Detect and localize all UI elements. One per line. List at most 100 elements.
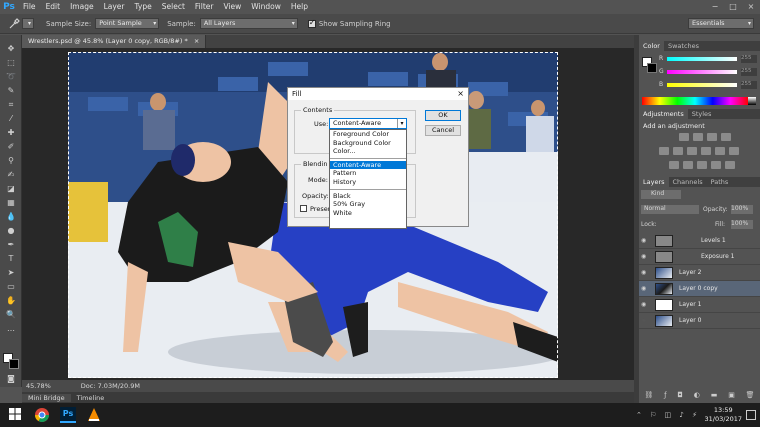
threshold-icon[interactable] [697,161,707,169]
ok-button[interactable]: OK [425,110,461,121]
b-value[interactable]: 255 [741,81,757,89]
g-value[interactable]: 255 [741,68,757,76]
quick-mask-icon[interactable]: ◙ [4,373,18,384]
layer-filter-select[interactable]: Kind [641,190,681,199]
pen-tool-icon[interactable]: ✒ [4,239,18,250]
chrome-icon[interactable] [34,407,50,423]
visibility-eye-icon[interactable]: ◉ [641,301,646,308]
b-slider[interactable] [667,83,737,87]
g-slider[interactable] [667,70,737,74]
minimize-button[interactable]: − [706,0,724,14]
blend-mode-select[interactable]: Normal [641,205,699,214]
option-50-gray[interactable]: 50% Gray [330,200,406,209]
menu-type[interactable]: Type [130,0,157,14]
option-pattern[interactable]: Pattern [330,169,406,178]
tab-channels[interactable]: Channels [669,177,707,187]
path-selection-icon[interactable]: ➤ [4,267,18,278]
canvas-area[interactable]: Fill × Contents Use: Blendin Mode: Opaci… [22,48,634,380]
cancel-button[interactable]: Cancel [425,125,461,136]
taskbar-clock[interactable]: 13:59 31/03/2017 [705,406,742,424]
workspace-select[interactable]: Essentials [688,18,754,29]
tab-paths[interactable]: Paths [707,177,733,187]
new-layer-icon[interactable]: ▣ [728,391,735,403]
black-white-icon[interactable] [701,147,711,155]
exposure-icon[interactable] [721,133,731,141]
document-tab[interactable]: Wrestlers.psd @ 45.8% (Layer 0 copy, RGB… [22,35,207,48]
photo-filter-icon[interactable] [715,147,725,155]
gradient-map-icon[interactable] [711,161,721,169]
brightness-icon[interactable] [679,133,689,141]
notifications-icon[interactable] [746,410,756,420]
new-group-icon[interactable]: ▬ [711,391,718,403]
menu-image[interactable]: Image [65,0,99,14]
visibility-eye-icon[interactable]: ◉ [641,269,646,276]
delete-layer-icon[interactable]: 🗑 [746,391,755,403]
vibrance-icon[interactable] [659,147,669,155]
r-value[interactable]: 255 [741,55,757,63]
lasso-tool-icon[interactable]: ➰ [4,71,18,82]
show-sampling-ring-checkbox[interactable] [307,18,316,28]
sample-size-select[interactable]: Point Sample [95,18,160,29]
tool-preset-dropdown[interactable] [22,18,34,29]
visibility-eye-icon[interactable]: ◉ [641,237,646,244]
healing-brush-icon[interactable]: ✚ [4,127,18,138]
tab-mini-bridge[interactable]: Mini Bridge [22,393,71,402]
eyedropper-tool-icon[interactable] [8,17,20,30]
visibility-eye-icon[interactable]: ◉ [641,253,646,260]
vlc-icon[interactable] [86,407,102,423]
shape-tool-icon[interactable]: ▭ [4,281,18,292]
system-tray-icons[interactable]: ⌃ ⚐ ◫ ♪ ⚡ [636,411,700,419]
layer-row[interactable]: ◉ Layer 0 [639,313,760,329]
sample-select[interactable]: All Layers [199,18,298,29]
menu-view[interactable]: View [218,0,246,14]
tab-layers[interactable]: Layers [639,177,669,187]
maximize-button[interactable]: □ [724,0,742,14]
color-bw-ramp[interactable] [748,97,756,105]
layer-row[interactable]: ◉ Exposure 1 [639,249,760,265]
quick-selection-tool-icon[interactable]: ✎ [4,85,18,96]
posterize-icon[interactable] [683,161,693,169]
crop-tool-icon[interactable]: ⌗ [4,99,18,110]
add-mask-icon[interactable]: ◘ [677,391,683,403]
option-color[interactable]: Color... [330,147,406,156]
dodge-tool-icon[interactable]: ● [4,225,18,236]
close-button[interactable]: × [742,0,760,14]
marquee-tool-icon[interactable]: ⬚ [4,57,18,68]
menu-file[interactable]: File [18,0,41,14]
hue-saturation-icon[interactable] [673,147,683,155]
use-select[interactable]: Content-Aware ▾ [329,118,407,129]
tab-timeline[interactable]: Timeline [71,394,111,402]
menu-help[interactable]: Help [286,0,313,14]
menu-edit[interactable]: Edit [41,0,66,14]
color-balance-icon[interactable] [687,147,697,155]
link-layers-icon[interactable]: ⛓ [644,391,653,403]
option-white[interactable]: White [330,209,406,218]
document-tab-close-icon[interactable]: × [194,37,199,45]
blur-tool-icon[interactable]: 💧 [4,211,18,222]
gradient-tool-icon[interactable]: ▦ [4,197,18,208]
visibility-eye-icon[interactable]: ◉ [641,317,646,324]
tab-styles[interactable]: Styles [688,109,716,119]
tab-color[interactable]: Color [639,41,664,51]
background-color-swatch[interactable] [9,359,19,369]
layer-row[interactable]: ◉ Layer 1 [639,297,760,313]
option-black[interactable]: Black [330,192,406,201]
levels-icon[interactable] [693,133,703,141]
fill-value[interactable]: 100% [731,220,753,229]
type-tool-icon[interactable]: T [4,253,18,264]
r-slider[interactable] [667,57,737,61]
option-content-aware[interactable]: Content-Aware [330,160,406,170]
layer-row[interactable]: ◉ Layer 2 [639,265,760,281]
curves-icon[interactable] [707,133,717,141]
tab-swatches[interactable]: Swatches [664,41,703,51]
zoom-tool-icon[interactable]: 🔍 [4,309,18,320]
color-spectrum-ramp[interactable] [642,97,748,105]
menu-select[interactable]: Select [157,0,190,14]
clone-stamp-icon[interactable]: ⚲ [4,155,18,166]
layer-row[interactable]: ◉ Levels 1 [639,233,760,249]
option-foreground-color[interactable]: Foreground Color [330,130,406,139]
opacity-value[interactable]: 100% [731,205,753,214]
new-adjustment-icon[interactable]: ◐ [694,391,700,403]
preserve-transparency-checkbox[interactable] [300,205,307,212]
eraser-tool-icon[interactable]: ◪ [4,183,18,194]
